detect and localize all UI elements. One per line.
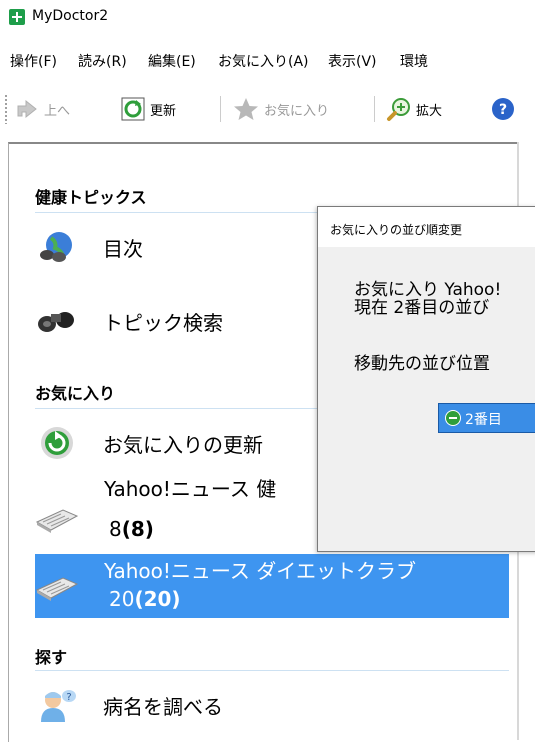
dialog-body: お気に入り Yahoo! 現在 2番目の並び 移動先の並び位置 2番目 <box>318 247 535 551</box>
zoom-button[interactable]: 拡大 <box>386 94 442 124</box>
svg-text:?: ? <box>66 692 71 703</box>
favorites-label: お気に入り <box>264 103 330 119</box>
refresh-label: 更新 <box>150 103 177 119</box>
up-button[interactable]: 上へ <box>14 94 70 124</box>
up-arrow-icon <box>17 99 37 119</box>
refresh-button[interactable]: 更新 <box>120 94 176 124</box>
dialog-message-line2: 現在 2番目の並び <box>354 298 490 318</box>
window-title: MyDoctor2 <box>32 8 109 24</box>
favorite-entry-unread: (20) <box>134 587 181 611</box>
favorite-entry-count: 20(20) <box>109 588 181 610</box>
dialog-message-line1: お気に入り Yahoo! <box>354 280 502 300</box>
favorite-entry-title: Yahoo!ニュース ダイエットクラブ <box>104 559 417 583</box>
dialog-title-bar[interactable]: お気に入りの並び順変更 <box>318 207 535 247</box>
dialog-message-line3: 移動先の並び位置 <box>354 354 490 374</box>
favorite-entry-total: 8 <box>109 517 122 541</box>
menu-view[interactable]: 表示(V) <box>328 51 377 71</box>
dialog-title: お気に入りの並び順変更 <box>330 223 463 237</box>
newspaper-icon <box>35 577 79 601</box>
section-favorites-heading: お気に入り <box>35 384 116 403</box>
globe-icon <box>40 232 72 262</box>
sidebar-item-label: 病名を調べる <box>103 695 223 719</box>
help-button[interactable]: ? <box>490 94 516 124</box>
refresh-circle-icon <box>41 427 73 459</box>
position-select-value: 2番目 <box>465 412 502 428</box>
newspaper-icon <box>35 509 79 533</box>
refresh-icon <box>121 97 145 121</box>
reorder-favorites-dialog: お気に入りの並び順変更 お気に入り Yahoo! 現在 2番目の並び 移動先の並… <box>317 206 535 552</box>
app-icon <box>9 9 25 25</box>
zoom-label: 拡大 <box>416 103 443 119</box>
favorite-entry-selected[interactable]: Yahoo!ニュース ダイエットクラブ 20(20) <box>35 554 509 618</box>
toolbar-separator <box>374 96 375 122</box>
toolbar-grip[interactable] <box>4 94 8 124</box>
section-divider <box>35 670 509 671</box>
doctor-icon: ? <box>41 690 76 722</box>
favorite-entry-total: 20 <box>109 587 135 611</box>
menu-edit[interactable]: 編集(E) <box>148 51 196 71</box>
menu-bar: 操作(F) 読み(R) 編集(E) お気に入り(A) 表示(V) 環境 <box>0 48 535 72</box>
sidebar-item-label: お気に入りの更新 <box>103 433 263 457</box>
menu-operation[interactable]: 操作(F) <box>10 51 57 71</box>
favorite-entry-title: Yahoo!ニュース 健 <box>104 477 277 501</box>
minus-circle-icon <box>445 410 461 426</box>
zoom-icon <box>387 98 410 121</box>
star-icon <box>234 98 258 120</box>
title-bar: MyDoctor2 <box>0 0 535 34</box>
menu-environment[interactable]: 環境 <box>400 51 428 71</box>
section-health-topics-heading: 健康トピックス <box>35 188 147 207</box>
toolbar: 上へ 更新 お気に入り 拡大 ? <box>0 84 535 134</box>
up-label: 上へ <box>44 103 71 119</box>
section-search-heading: 探す <box>35 648 68 667</box>
toolbar-separator <box>220 96 221 122</box>
menu-favorites[interactable]: お気に入り(A) <box>218 51 309 71</box>
sidebar-item-label: トピック検索 <box>103 311 223 335</box>
sidebar-item-label: 目次 <box>103 237 143 261</box>
svg-text:?: ? <box>499 102 507 118</box>
favorite-entry-count: 8(8) <box>109 518 154 540</box>
help-icon: ? <box>492 98 514 120</box>
binoculars-icon <box>38 312 74 332</box>
favorite-entry-unread: (8) <box>121 517 154 541</box>
position-select[interactable]: 2番目 <box>438 403 535 433</box>
menu-read[interactable]: 読み(R) <box>78 51 127 71</box>
favorites-button[interactable]: お気に入り <box>232 94 329 124</box>
